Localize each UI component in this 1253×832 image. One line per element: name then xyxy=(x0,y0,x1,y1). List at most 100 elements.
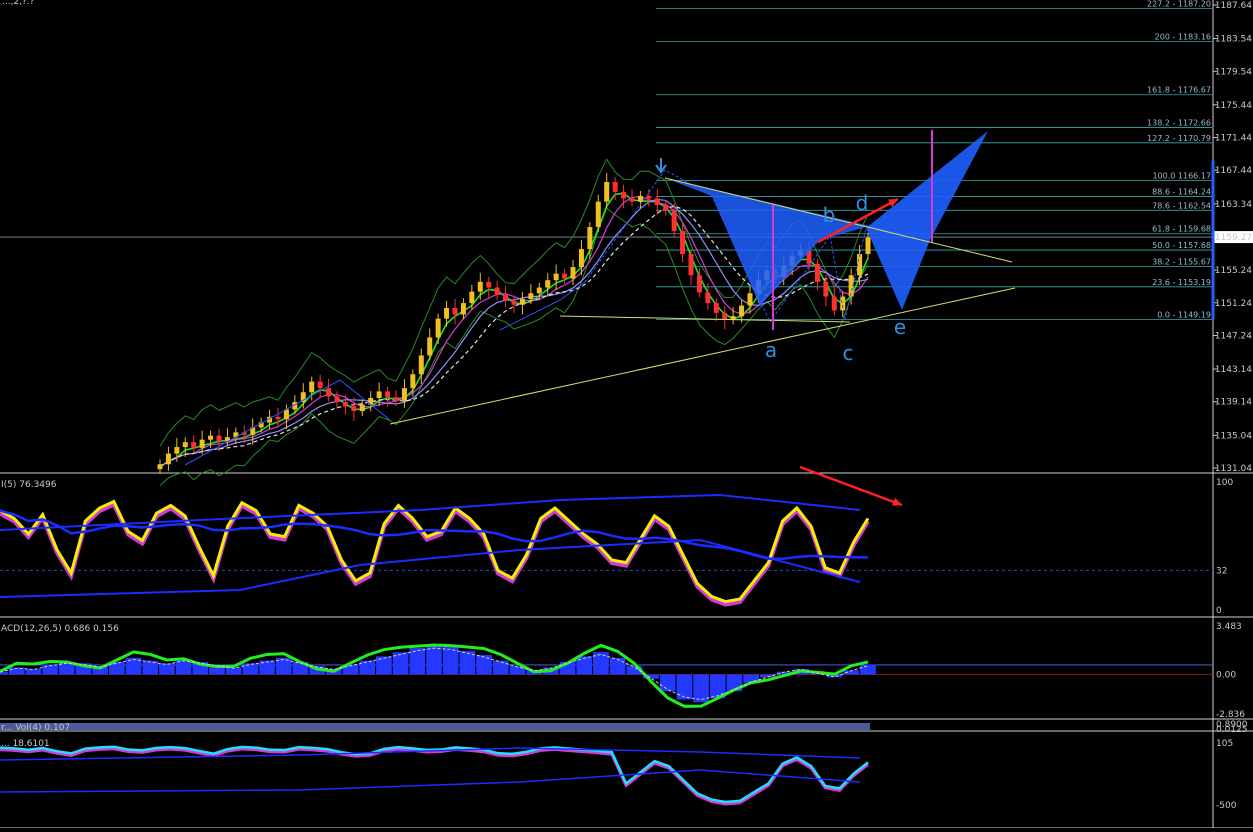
fib-level-label: 127.2 - 1170.79 xyxy=(1147,134,1211,143)
price-tick-label: 1187.64 xyxy=(1215,1,1252,11)
fib-level-label: 161.8 - 1176.67 xyxy=(1147,86,1211,95)
macd-histogram-bar xyxy=(609,657,626,675)
candle-body xyxy=(587,227,593,250)
price-tick-label: 1147.24 xyxy=(1215,331,1252,341)
candle-body xyxy=(309,381,315,393)
candle-body xyxy=(637,195,643,202)
price-tick-label: 1183.54 xyxy=(1215,35,1252,45)
oscillator-lower-average xyxy=(0,769,861,793)
candle-body xyxy=(418,355,424,375)
candle-body xyxy=(519,298,525,305)
candle-body xyxy=(208,435,214,440)
candle-body xyxy=(494,287,500,295)
candle-body xyxy=(359,404,365,412)
candle-body xyxy=(705,292,711,304)
candle-body xyxy=(671,210,677,232)
price-tick-label: 1143.14 xyxy=(1215,365,1252,375)
fib-level-label: 227.2 - 1187.20 xyxy=(1147,0,1211,9)
oscillator-main-line xyxy=(0,745,869,804)
candle-body xyxy=(688,254,694,276)
macd-histogram-bar xyxy=(142,660,159,675)
candle-body xyxy=(427,337,433,356)
candle-body xyxy=(570,267,576,279)
price-tick-label: 1167.44 xyxy=(1215,166,1252,176)
macd-histogram-bar xyxy=(676,674,693,700)
price-tick-label: 1155.24 xyxy=(1215,266,1252,276)
rsi-tick-label: 100 xyxy=(1216,478,1233,488)
chart-canvas[interactable]: 1187.64 1183.54 1179.54 1175.44 1171.44 1167.… xyxy=(0,0,1253,829)
macd-histogram-bar xyxy=(492,660,509,675)
rsi-tick-label: 32 xyxy=(1216,566,1227,576)
fib-level-label: 23.6 - 1153.19 xyxy=(1152,278,1211,287)
fib-level-label: 200 - 1183.16 xyxy=(1155,33,1211,42)
candle-body xyxy=(612,182,618,192)
candle-body xyxy=(562,273,568,279)
macd-histogram-bar xyxy=(476,655,492,675)
fib-level-label: 61.8 - 1159.68 xyxy=(1152,225,1211,234)
macd-histogram-bar xyxy=(25,668,42,675)
price-tick-label: 1139.14 xyxy=(1215,398,1252,408)
macd-tick-label: -2.836 xyxy=(1216,710,1245,720)
oscillator-tick-label: 105 xyxy=(1216,739,1233,749)
wave-label-b: b xyxy=(823,203,836,227)
fib-level-label: 88.6 - 1164.24 xyxy=(1152,187,1211,196)
macd-histogram-bar xyxy=(576,656,593,675)
rsi-upper-average-line xyxy=(0,493,861,531)
candle-body xyxy=(317,381,323,389)
candle-body xyxy=(376,391,382,398)
wave-label-e: e xyxy=(894,315,906,339)
candle-body xyxy=(646,195,652,199)
macd-histogram-bar xyxy=(659,674,676,692)
oscillator-tick-label: -500 xyxy=(1216,801,1237,811)
macd-histogram-bar xyxy=(409,648,426,675)
candle-body xyxy=(654,198,660,205)
macd-histogram-bar xyxy=(159,663,175,675)
price-tick-label: 1163.34 xyxy=(1215,200,1252,210)
early-wave-line xyxy=(184,379,391,466)
candle-body xyxy=(469,291,475,304)
fib-level-label: 78.6 - 1162.54 xyxy=(1152,201,1211,210)
macd-histogram-bar xyxy=(376,656,392,675)
macd-histogram-bar xyxy=(242,663,259,675)
candle-body xyxy=(326,388,332,397)
candle-body xyxy=(823,281,829,297)
candle-body xyxy=(696,275,702,293)
candle-body xyxy=(503,294,509,301)
candle-body xyxy=(460,303,466,315)
wave-label-c: c xyxy=(843,341,854,365)
rsi-panel-label: I(5) 76.3496 xyxy=(1,480,57,490)
candle-body xyxy=(663,204,669,211)
candle-body xyxy=(814,263,820,282)
harmonic-pattern-upper xyxy=(866,131,988,240)
resistance-trendline xyxy=(664,177,1013,263)
candle-body xyxy=(216,435,222,442)
candle-body xyxy=(578,249,584,268)
fib-level-label: 138.2 - 1172.66 xyxy=(1147,119,1211,128)
candle-body xyxy=(865,237,871,255)
candle-body xyxy=(739,305,745,317)
macd-histogram-bar xyxy=(426,645,442,675)
candle-body xyxy=(713,303,719,313)
candle-body xyxy=(435,318,441,338)
candle-body xyxy=(401,388,407,402)
candle-body xyxy=(452,307,458,315)
oscillator-panel-label: ... 18.6101 xyxy=(1,739,50,749)
volume-panel-label: r... Vol(4) 0.107 xyxy=(1,723,70,733)
current-price-label: 1159.27 xyxy=(1215,233,1252,243)
volume-tick-label: 0.0125 xyxy=(1216,725,1248,735)
candle-body xyxy=(511,300,517,305)
wave-label-d: d xyxy=(856,191,869,215)
candle-body xyxy=(486,281,492,288)
candle-body xyxy=(393,397,399,402)
candle-body xyxy=(730,316,736,320)
price-tick-label: 1135.04 xyxy=(1215,431,1252,441)
candle-body xyxy=(334,396,340,403)
candle-body xyxy=(629,198,635,202)
candle-body xyxy=(680,231,686,255)
candle-body xyxy=(528,293,534,299)
rsi-long-average-line xyxy=(0,538,861,598)
rsi-tick-label: 0 xyxy=(1216,606,1222,616)
wave-label-a: a xyxy=(765,338,777,362)
fib-level-label: 0.0 - 1149.19 xyxy=(1157,311,1211,320)
candle-body xyxy=(157,464,163,470)
